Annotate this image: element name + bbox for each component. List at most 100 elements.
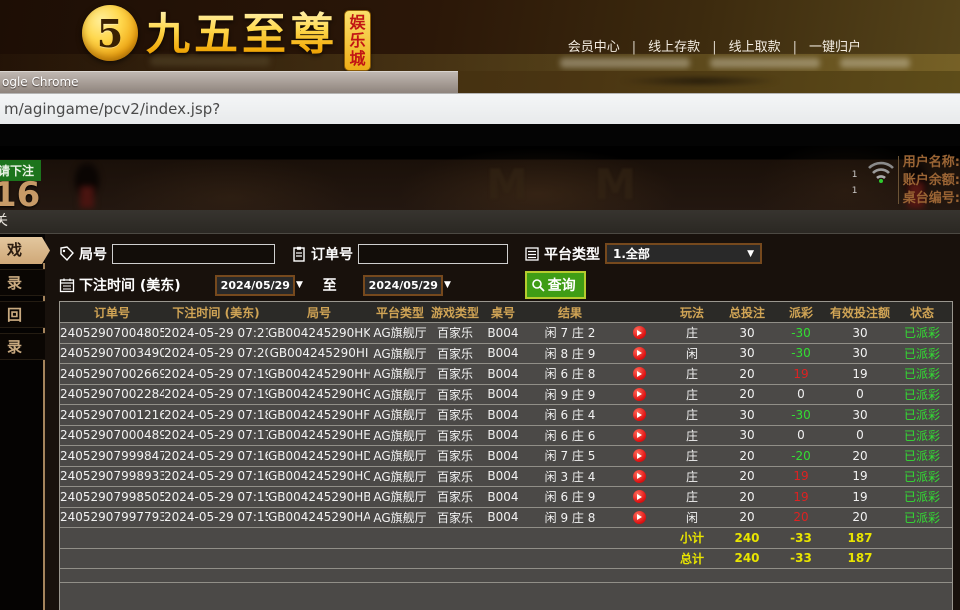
sidebar-item-label: 戏 bbox=[0, 237, 22, 264]
search-icon bbox=[531, 278, 545, 292]
table-row: 2405290700121662024-05-29 07:18:11GB0042… bbox=[60, 405, 952, 426]
cell-order: 240529079989330 bbox=[60, 469, 164, 483]
cell-game-type: 百家乐 bbox=[430, 509, 480, 526]
cell-order: 240529070012166 bbox=[60, 408, 164, 422]
table-row: 2405290700228422024-05-29 07:19:05GB0042… bbox=[60, 385, 952, 406]
cell-order: 240529079977932 bbox=[60, 510, 164, 524]
dealer-silhouette bbox=[64, 160, 110, 210]
overlay-label: 桌台编号: bbox=[903, 190, 960, 208]
play-button[interactable] bbox=[633, 388, 646, 401]
cell-valid-bet: 0 bbox=[828, 428, 892, 442]
cell-game-type: 百家乐 bbox=[430, 447, 480, 464]
sidebar-item-3[interactable]: 录 bbox=[0, 333, 45, 360]
logo-number: 5 bbox=[97, 11, 123, 56]
cell-total-bet: 20 bbox=[720, 367, 774, 381]
col-header-3: 平台类型 bbox=[370, 304, 430, 321]
nav-link-3[interactable]: 一键归户 bbox=[805, 40, 865, 55]
chrome-title-bar[interactable]: ogle Chrome bbox=[0, 71, 458, 93]
site-title: 九五至尊 bbox=[146, 5, 338, 65]
cell-valid-bet: 20 bbox=[828, 510, 892, 524]
subtotal-row: 小计240-33187 bbox=[60, 528, 952, 549]
cell-bet-time: 2024-05-29 07:16:09 bbox=[164, 469, 268, 483]
cell-payout: -30 bbox=[774, 326, 828, 340]
chevron-down-icon: ▼ bbox=[747, 249, 754, 259]
cell-round: GB004245290HI bbox=[268, 346, 370, 360]
cell-bet-time: 2024-05-29 07:15:09 bbox=[164, 510, 268, 524]
round-number-input[interactable] bbox=[112, 244, 275, 264]
chevron-down-icon: ▼ bbox=[296, 280, 303, 290]
col-header-1: 下注时间 (美东) bbox=[164, 304, 268, 321]
play-button[interactable] bbox=[633, 470, 646, 483]
cell-payout: 0 bbox=[774, 387, 828, 401]
cell-table: B004 bbox=[480, 428, 526, 442]
col-header-6: 结果 bbox=[526, 304, 614, 321]
play-button[interactable] bbox=[633, 347, 646, 360]
sidebar-item-0[interactable]: 戏 bbox=[0, 237, 50, 264]
cell-platform: AG旗舰厅 bbox=[370, 509, 430, 526]
cell-valid-bet: 19 bbox=[828, 490, 892, 504]
date-to-select[interactable]: 2024/05/29 ▼ bbox=[363, 275, 443, 296]
sidebar-item-1[interactable]: 录 bbox=[0, 269, 45, 296]
table-row: 2405290799893302024-05-29 07:16:09GB0042… bbox=[60, 467, 952, 488]
platform-select-value: 1.全部 bbox=[613, 245, 650, 262]
col-header-11: 有效投注额 bbox=[828, 304, 892, 321]
cell-valid-bet: 0 bbox=[828, 387, 892, 401]
col-header-12: 状态 bbox=[892, 304, 952, 321]
cell-bet-time: 2024-05-29 07:21:35 bbox=[164, 326, 268, 340]
overlay-label: 用户名称: bbox=[903, 154, 960, 172]
tag-icon bbox=[59, 246, 75, 262]
cell-payout: 20 bbox=[774, 510, 828, 524]
cell-bet-type: 庄 bbox=[664, 406, 720, 423]
cell-payout: -20 bbox=[774, 449, 828, 463]
cell-status: 已派彩 bbox=[892, 386, 952, 403]
cell-payout: 19 bbox=[774, 469, 828, 483]
top-nav: 会员中心|线上存款|线上取款|一键归户 bbox=[564, 36, 865, 55]
play-button[interactable] bbox=[633, 490, 646, 503]
sidebar-item-2[interactable]: 回 bbox=[0, 301, 45, 328]
chevron-down-icon: ▼ bbox=[444, 280, 451, 290]
cell-bet-type: 庄 bbox=[664, 386, 720, 403]
cell-round: GB004245290HE bbox=[268, 428, 370, 442]
table-row: 2405290799779322024-05-29 07:15:09GB0042… bbox=[60, 508, 952, 529]
nav-link-0[interactable]: 会员中心 bbox=[564, 40, 624, 55]
play-button[interactable] bbox=[633, 449, 646, 462]
url-bar[interactable]: m/agingame/pcv2/index.jsp? bbox=[0, 93, 960, 124]
cell-game-type: 百家乐 bbox=[430, 488, 480, 505]
nav-link-1[interactable]: 线上存款 bbox=[644, 40, 704, 55]
cell-round: GB004245290HH bbox=[268, 367, 370, 381]
site-banner: 5 九五至尊 娱乐城 会员中心|线上存款|线上取款|一键归户 bbox=[0, 0, 960, 71]
cell-table: B004 bbox=[480, 449, 526, 463]
cell-table: B004 bbox=[480, 469, 526, 483]
cell-totals-valid: 187 bbox=[828, 531, 892, 545]
play-button[interactable] bbox=[633, 511, 646, 524]
nav-link-2[interactable]: 线上取款 bbox=[725, 40, 785, 55]
cell-table: B004 bbox=[480, 326, 526, 340]
url-text[interactable]: m/agingame/pcv2/index.jsp? bbox=[0, 100, 220, 118]
nav-separator: | bbox=[704, 40, 724, 55]
play-button[interactable] bbox=[633, 367, 646, 380]
sidebar: 戏录回录 bbox=[0, 234, 45, 610]
date-from-select[interactable]: 2024/05/29 ▼ bbox=[215, 275, 295, 296]
cell-round: GB004245290HA bbox=[268, 510, 370, 524]
order-number-input[interactable] bbox=[358, 244, 508, 264]
cell-table: B004 bbox=[480, 408, 526, 422]
cell-game-type: 百家乐 bbox=[430, 427, 480, 444]
cell-totals-bet: 240 bbox=[720, 531, 774, 545]
blurred-account-info bbox=[840, 58, 910, 68]
cell-bet-type: 庄 bbox=[664, 447, 720, 464]
logo-circle-icon: 5 bbox=[82, 5, 138, 61]
cell-payout: -30 bbox=[774, 346, 828, 360]
cell-game-type: 百家乐 bbox=[430, 386, 480, 403]
platform-select[interactable]: 1.全部 ▼ bbox=[605, 243, 762, 264]
cell-game-type: 百家乐 bbox=[430, 468, 480, 485]
play-button[interactable] bbox=[633, 326, 646, 339]
cell-status: 已派彩 bbox=[892, 468, 952, 485]
cell-valid-bet: 19 bbox=[828, 367, 892, 381]
cell-status: 已派彩 bbox=[892, 509, 952, 526]
cell-game-type: 百家乐 bbox=[430, 406, 480, 423]
date-from-value: 2024/05/29 bbox=[221, 279, 290, 292]
search-button[interactable]: 查询 bbox=[525, 271, 586, 299]
play-button[interactable] bbox=[633, 408, 646, 421]
total-row: 总计240-33187 bbox=[60, 549, 952, 570]
play-button[interactable] bbox=[633, 429, 646, 442]
